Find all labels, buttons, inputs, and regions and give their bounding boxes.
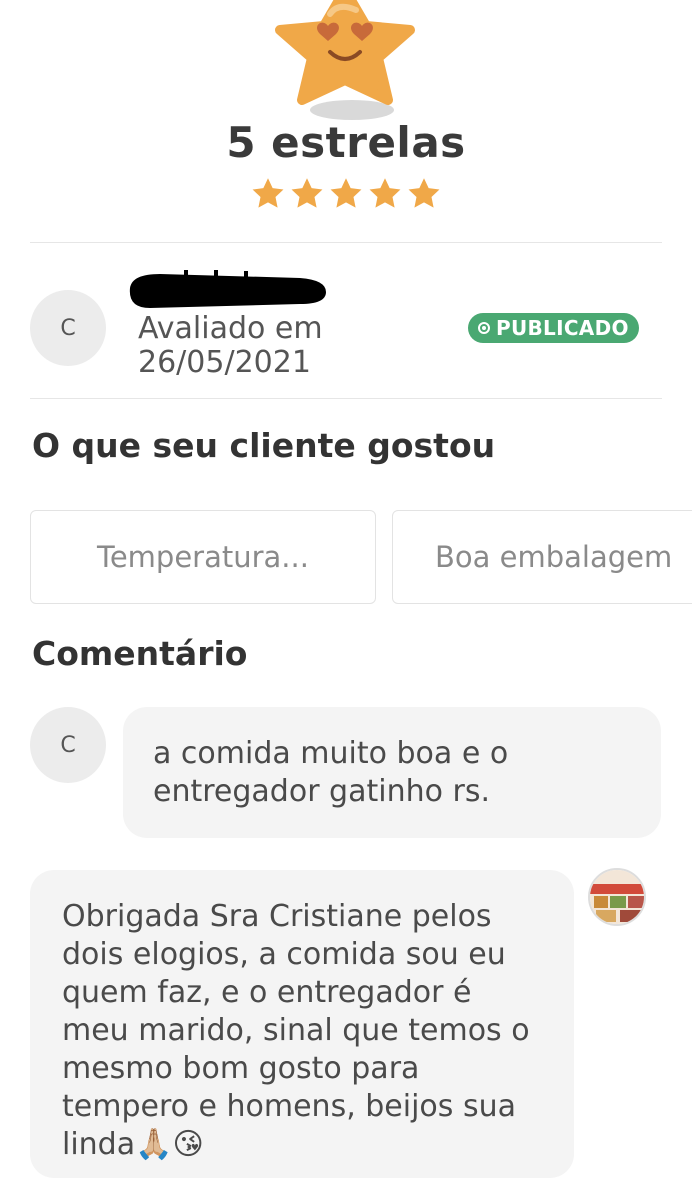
rating-title: 5 estrelas (226, 118, 466, 167)
status-dot-icon (478, 322, 490, 334)
star-icon (408, 178, 440, 208)
store-avatar (588, 868, 646, 926)
store-reply: Obrigada Sra Cristiane pelos dois elogio… (30, 870, 574, 1178)
liked-chip[interactable]: Temperatura... (30, 510, 376, 604)
reviewer-avatar: C (30, 290, 106, 366)
review-date-label: Avaliado em (138, 311, 323, 346)
liked-section-title: O que seu cliente gostou (32, 426, 496, 465)
star-icon (369, 178, 401, 208)
star-icon (291, 178, 323, 208)
liked-chip[interactable]: Boa embalagem (392, 510, 692, 604)
star-icon (252, 178, 284, 208)
divider (30, 398, 662, 399)
customer-avatar: C (30, 707, 106, 783)
redacted-name (124, 268, 332, 308)
status-badge: PUBLICADO (468, 313, 639, 343)
status-label: PUBLICADO (496, 316, 629, 340)
divider (30, 242, 662, 243)
customer-comment: a comida muito boa e o entregador gatinh… (123, 707, 661, 838)
star-mascot-icon (270, 0, 420, 126)
star-icon (330, 178, 362, 208)
comment-section-title: Comentário (32, 634, 248, 673)
review-date: 26/05/2021 (138, 345, 311, 380)
rating-stars (250, 176, 442, 216)
